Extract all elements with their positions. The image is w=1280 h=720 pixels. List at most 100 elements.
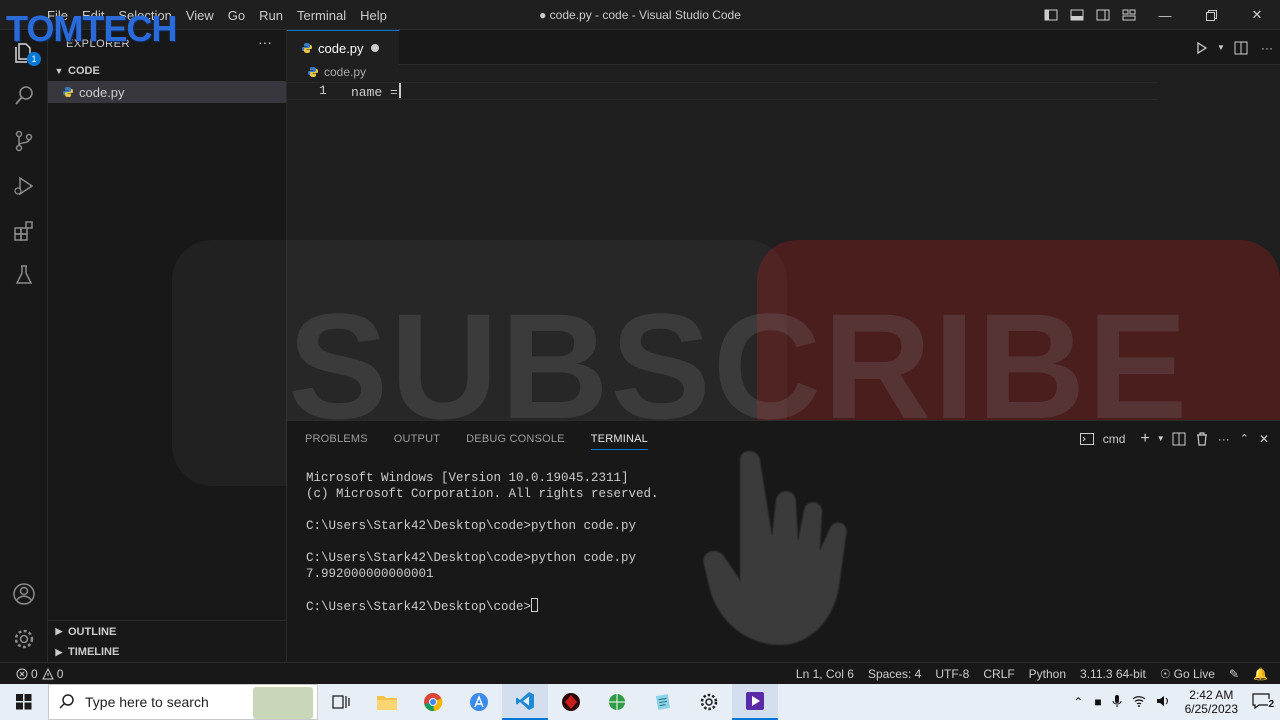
terminal-line: Microsoft Windows [Version 10.0.19045.23… — [306, 471, 629, 485]
kill-terminal-trash-icon[interactable] — [1191, 421, 1213, 456]
breadcrumb-file[interactable]: code.py — [324, 65, 366, 79]
volume-icon[interactable] — [1156, 695, 1170, 710]
tab-code-py[interactable]: code.py — [287, 30, 399, 65]
outline-section[interactable]: ▶ OUTLINE — [48, 620, 287, 642]
chrome-icon[interactable] — [410, 684, 456, 720]
error-icon — [16, 668, 28, 680]
folder-label: CODE — [68, 65, 100, 77]
notifications-icon[interactable]: 2 — [1252, 692, 1274, 712]
terminal-prompt: C:\Users\Stark42\Desktop\code> — [306, 600, 532, 614]
feedback-icon[interactable]: ✎ — [1229, 667, 1239, 681]
menu-terminal[interactable]: Terminal — [290, 8, 353, 23]
notifications-bell-icon[interactable]: 🔔 — [1253, 667, 1268, 681]
wifi-icon[interactable] — [1132, 695, 1146, 710]
outline-label: OUTLINE — [68, 625, 117, 638]
menu-view[interactable]: View — [179, 8, 221, 23]
tab-output[interactable]: OUTPUT — [394, 433, 440, 445]
problems-status[interactable]: 0 0 — [16, 663, 63, 685]
unsaved-dot-icon[interactable] — [371, 44, 379, 52]
chevron-down-icon[interactable]: ▼ — [1214, 30, 1228, 65]
timeline-label: TIMELINE — [68, 646, 120, 658]
extensions-icon[interactable] — [0, 208, 48, 254]
shell-label: cmd — [1102, 431, 1126, 446]
task-view-icon[interactable] — [318, 684, 364, 720]
run-debug-icon[interactable] — [0, 163, 48, 209]
menu-run[interactable]: Run — [252, 8, 290, 23]
status-bar: 0 0 Ln 1, Col 6 Spaces: 4 UTF-8 CRLF Pyt… — [0, 662, 1280, 684]
red-app-icon[interactable] — [548, 684, 594, 720]
video-recorder-icon[interactable] — [732, 684, 778, 720]
timeline-section[interactable]: ▶ TIMELINE — [48, 641, 287, 663]
language-mode[interactable]: Python — [1029, 667, 1066, 681]
code-line[interactable]: name = — [351, 83, 401, 100]
microphone-icon[interactable] — [1112, 694, 1122, 711]
toggle-primary-sidebar-icon[interactable] — [1038, 0, 1064, 30]
terminal-line: C:\Users\Stark42\Desktop\code>python cod… — [306, 519, 637, 533]
terminal-line: 7.992000000000001 — [306, 567, 434, 581]
search-icon[interactable] — [0, 73, 48, 119]
toggle-secondary-sidebar-icon[interactable] — [1090, 0, 1116, 30]
more-actions-icon[interactable]: ··· — [1213, 421, 1235, 456]
maximize-panel-icon[interactable]: ⌃ — [1235, 421, 1254, 456]
meet-now-icon[interactable]: ■ — [1094, 695, 1101, 709]
terminal-line: (c) Microsoft Corporation. All rights re… — [306, 487, 659, 501]
chevron-right-icon: ▶ — [55, 626, 63, 636]
network-app-icon[interactable] — [594, 684, 640, 720]
terminal-output[interactable]: Microsoft Windows [Version 10.0.19045.23… — [306, 470, 659, 615]
terminal-prompt-line: C:\Users\Stark42\Desktop\code> — [306, 598, 659, 615]
vscode-taskbar-icon[interactable] — [502, 684, 548, 720]
taskbar-search-box[interactable]: Type here to search — [48, 684, 318, 720]
file-explorer-icon[interactable] — [364, 684, 410, 720]
system-clock[interactable]: 2:42 AM 6/25/2023 — [1185, 688, 1238, 716]
code-editor[interactable]: 1 name = — [287, 82, 1280, 420]
end-of-line[interactable]: CRLF — [983, 667, 1014, 681]
close-button[interactable]: ✕ — [1234, 0, 1280, 30]
menu-help[interactable]: Help — [353, 8, 394, 23]
close-panel-icon[interactable]: ✕ — [1254, 421, 1274, 456]
cursor-position[interactable]: Ln 1, Col 6 — [796, 667, 854, 681]
more-actions-icon[interactable]: ··· — [258, 34, 272, 50]
current-line-highlight — [287, 82, 1157, 100]
explorer-sidebar: EXPLORER ··· ▼ CODE code.py ▶ OUTLINE ▶ … — [48, 30, 287, 662]
activity-bar: 1 — [0, 30, 48, 662]
tab-debug-console[interactable]: DEBUG CONSOLE — [466, 433, 565, 445]
app-store-icon[interactable] — [456, 684, 502, 720]
terminal-cursor — [531, 598, 539, 612]
chevron-down-icon[interactable]: ▼ — [1155, 421, 1167, 456]
toggle-panel-icon[interactable] — [1064, 0, 1090, 30]
manage-gear-icon[interactable] — [0, 616, 48, 662]
restore-button[interactable] — [1188, 0, 1234, 30]
terminal-icon — [1080, 432, 1095, 445]
menu-go[interactable]: Go — [221, 8, 252, 23]
error-count: 0 — [31, 667, 38, 681]
file-item-code-py[interactable]: code.py — [48, 81, 286, 103]
testing-icon[interactable] — [0, 252, 48, 298]
settings-gear-icon[interactable] — [686, 684, 732, 720]
indentation[interactable]: Spaces: 4 — [868, 667, 921, 681]
title-bar: File Edit Selection View Go Run Terminal… — [0, 0, 1280, 30]
radio-tower-icon: ☉ — [1159, 667, 1171, 681]
split-editor-icon[interactable] — [1228, 30, 1254, 65]
notepad-app-icon[interactable] — [640, 684, 686, 720]
run-python-file-icon[interactable] — [1188, 30, 1214, 65]
new-terminal-icon[interactable]: + — [1135, 421, 1154, 456]
python-interpreter[interactable]: 3.11.3 64-bit — [1080, 667, 1146, 681]
minimize-button[interactable]: — — [1142, 0, 1188, 30]
accounts-icon[interactable] — [0, 571, 48, 617]
terminal-shell-selector[interactable]: cmd — [1075, 421, 1135, 456]
editor-tab-bar: code.py ▼ ··· — [287, 30, 1280, 65]
windows-start-icon[interactable] — [0, 684, 48, 720]
file-label: code.py — [79, 84, 125, 100]
folder-section-code[interactable]: ▼ CODE — [48, 60, 287, 82]
tab-terminal[interactable]: TERMINAL — [590, 433, 648, 450]
python-file-icon — [63, 87, 73, 97]
go-live-button[interactable]: ☉ Go Live — [1160, 667, 1215, 681]
show-hidden-icons-chevron-up-icon[interactable]: ⌃ — [1073, 695, 1083, 709]
customize-layout-icon[interactable] — [1116, 0, 1142, 30]
tab-problems[interactable]: PROBLEMS — [305, 433, 368, 445]
split-terminal-icon[interactable] — [1167, 421, 1191, 456]
encoding[interactable]: UTF-8 — [935, 667, 969, 681]
more-actions-icon[interactable]: ··· — [1254, 30, 1280, 65]
source-control-icon[interactable] — [0, 118, 48, 164]
